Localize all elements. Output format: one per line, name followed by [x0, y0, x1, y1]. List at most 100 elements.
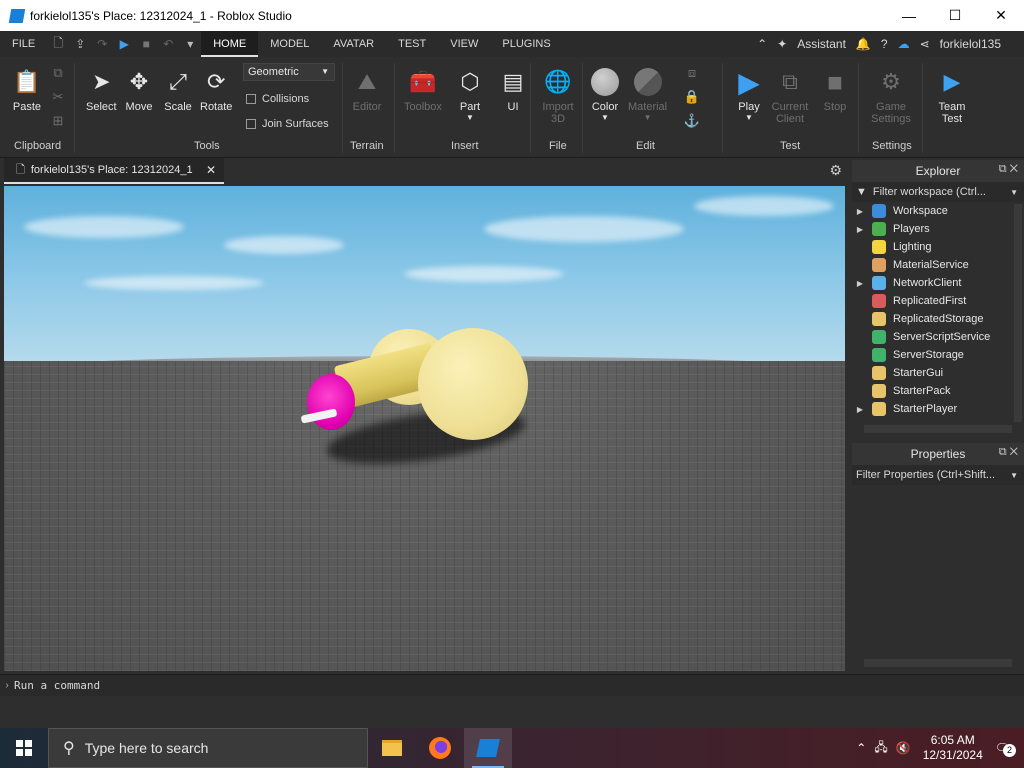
properties-horizontal-scrollbar[interactable] [864, 659, 1012, 667]
explorer-item-workspace[interactable]: ▶ Workspace [852, 202, 1024, 220]
tab-model[interactable]: MODEL [258, 31, 321, 57]
explorer-item-serverstorage[interactable]: ServerStorage [852, 346, 1024, 364]
redo-icon[interactable]: ↷ [91, 31, 113, 57]
magenta-part[interactable] [307, 374, 355, 430]
undo-icon[interactable]: ↶ [157, 31, 179, 57]
command-input[interactable]: Run a command [14, 679, 100, 692]
tab-plugins[interactable]: PLUGINS [490, 31, 562, 57]
move-tool-button[interactable]: ✥ Move [124, 67, 154, 113]
explorer-vertical-scrollbar[interactable] [1014, 204, 1022, 422]
import-3d-button[interactable]: 🌐 Import 3D [538, 67, 578, 125]
explorer-item-serverscriptservice[interactable]: ServerScriptService [852, 328, 1024, 346]
transform-mode-dropdown[interactable]: Geometric ▼ [243, 63, 335, 81]
assistant-icon[interactable]: ✦ [772, 37, 792, 51]
stop-quick-icon[interactable]: ■ [135, 31, 157, 57]
explorer-item-starterpack[interactable]: StarterPack [852, 382, 1024, 400]
group-button[interactable]: ⧈ [684, 65, 700, 81]
paste-button[interactable]: 📋 Paste [12, 67, 42, 113]
tab-view[interactable]: VIEW [438, 31, 490, 57]
group-icon: ⧈ [687, 65, 697, 80]
notification-center-icon[interactable]: 🗨 2 [991, 741, 1016, 757]
customize-quick-access-icon[interactable]: ▾ [179, 31, 201, 57]
tab-avatar[interactable]: AVATAR [321, 31, 386, 57]
current-client-button[interactable]: ⧉ Current Client [768, 67, 812, 125]
share-icon[interactable]: ⋖ [915, 37, 935, 51]
undock-icon[interactable]: ⧉ [999, 446, 1007, 458]
close-panel-icon[interactable]: ✕ [1010, 163, 1018, 175]
ribbon-divider [342, 63, 343, 153]
tab-test[interactable]: TEST [386, 31, 438, 57]
clipboard-icon: 📋 [13, 69, 41, 94]
tab-home[interactable]: HOME [201, 31, 259, 57]
3d-viewport[interactable] [4, 186, 845, 671]
terrain-editor-button[interactable]: ⛰ Editor [352, 67, 382, 113]
help-icon[interactable]: ? [876, 37, 893, 51]
rotate-tool-button[interactable]: ⟳ Rotate [200, 67, 232, 113]
username-label[interactable]: forkielol135 [935, 37, 1006, 51]
clock-time: 6:05 AM [930, 733, 975, 747]
team-test-button[interactable]: ▶ Team Test [934, 67, 970, 125]
explorer-item-replicatedstorage[interactable]: ReplicatedStorage [852, 310, 1024, 328]
explorer-item-lighting[interactable]: Lighting [852, 238, 1024, 256]
properties-filter-input[interactable]: Filter Properties (Ctrl+Shift... ▼ [852, 465, 1024, 485]
undock-icon[interactable]: ⧉ [999, 163, 1007, 175]
collapse-ribbon-icon[interactable]: ⌃ [752, 37, 772, 51]
file-menu[interactable]: FILE [0, 31, 47, 57]
taskbar-firefox[interactable] [416, 728, 464, 768]
document-tab[interactable]: 🗋 forkielol135's Place: 12312024_1 ✕ [4, 158, 224, 184]
start-button[interactable] [0, 728, 48, 768]
command-bar[interactable]: › Run a command [0, 674, 1024, 696]
explorer-item-networkclient[interactable]: ▶ NetworkClient [852, 274, 1024, 292]
toolbox-button[interactable]: 🧰 Toolbox [404, 67, 442, 113]
collisions-checkbox[interactable]: Collisions [246, 93, 309, 105]
viewport-settings-icon[interactable]: ⚙ [829, 162, 842, 179]
select-tool-button[interactable]: ➤ Select [86, 67, 117, 113]
close-panel-icon[interactable]: ✕ [1010, 446, 1018, 458]
expand-arrow-icon[interactable]: ▶ [852, 279, 868, 288]
duplicate-button[interactable]: ⊞ [50, 113, 66, 129]
anchor-button[interactable]: ⚓ [684, 113, 700, 129]
explorer-item-players[interactable]: ▶ Players [852, 220, 1024, 238]
explorer-horizontal-scrollbar[interactable] [864, 425, 1012, 433]
taskbar-roblox-studio[interactable] [464, 728, 512, 768]
network-icon[interactable]: 🖧 [870, 738, 891, 759]
sphere-part-front[interactable] [418, 328, 528, 440]
explorer-item-materialservice[interactable]: MaterialService [852, 256, 1024, 274]
game-settings-button[interactable]: ⚙ Game Settings [868, 67, 914, 125]
material-button[interactable]: Material ▼ [628, 67, 667, 122]
maximize-button[interactable]: ☐ [932, 0, 978, 31]
assistant-button[interactable]: Assistant [792, 37, 851, 51]
volume-muted-icon[interactable]: 🔇 [892, 741, 915, 755]
minimize-button[interactable]: — [886, 0, 932, 31]
join-surfaces-checkbox[interactable]: Join Surfaces [246, 118, 329, 130]
new-file-icon[interactable]: 🗋 [47, 31, 69, 57]
play-quick-icon[interactable]: ▶ [113, 31, 135, 57]
lock-button[interactable]: 🔒 [684, 89, 700, 105]
expand-arrow-icon[interactable]: ▶ [852, 207, 868, 216]
ui-button[interactable]: ▤ UI [498, 67, 528, 113]
explorer-item-startergui[interactable]: StarterGui [852, 364, 1024, 382]
explorer-item-replicatedfirst[interactable]: ReplicatedFirst [852, 292, 1024, 310]
notifications-icon[interactable]: 🔔 [851, 37, 876, 51]
stop-button[interactable]: ■ Stop [820, 67, 850, 114]
explorer-filter-input[interactable]: ▼ Filter workspace (Ctrl... ▼ [852, 182, 1024, 202]
clock[interactable]: 6:05 AM 12/31/2024 [915, 733, 991, 763]
close-tab-icon[interactable]: ✕ [206, 163, 216, 177]
cloud-icon[interactable]: ☁ [893, 37, 915, 51]
cut-button[interactable]: ✂ [50, 89, 66, 105]
scale-tool-button[interactable]: ⤢ Scale [163, 67, 193, 113]
properties-title: Properties [910, 447, 966, 461]
publish-icon[interactable]: ⇪ [69, 31, 91, 57]
color-button[interactable]: Color ▼ [590, 67, 620, 122]
taskbar-search-box[interactable]: ⚲ Type here to search [48, 728, 368, 768]
part-button[interactable]: ⬡ Part ▼ [455, 67, 485, 122]
copy-button[interactable]: ⧉ [50, 65, 66, 81]
explorer-item-starterplayer[interactable]: ▶ StarterPlayer [852, 400, 1024, 418]
expand-arrow-icon[interactable]: ▶ [852, 225, 868, 234]
color-swatch-icon [590, 67, 620, 97]
close-window-button[interactable]: ✕ [978, 0, 1024, 31]
taskbar-file-explorer[interactable] [368, 728, 416, 768]
chevron-up-icon[interactable]: ⌃ [852, 741, 870, 755]
expand-arrow-icon[interactable]: ▶ [852, 405, 868, 414]
play-button[interactable]: ▶ Play ▼ [734, 67, 764, 123]
